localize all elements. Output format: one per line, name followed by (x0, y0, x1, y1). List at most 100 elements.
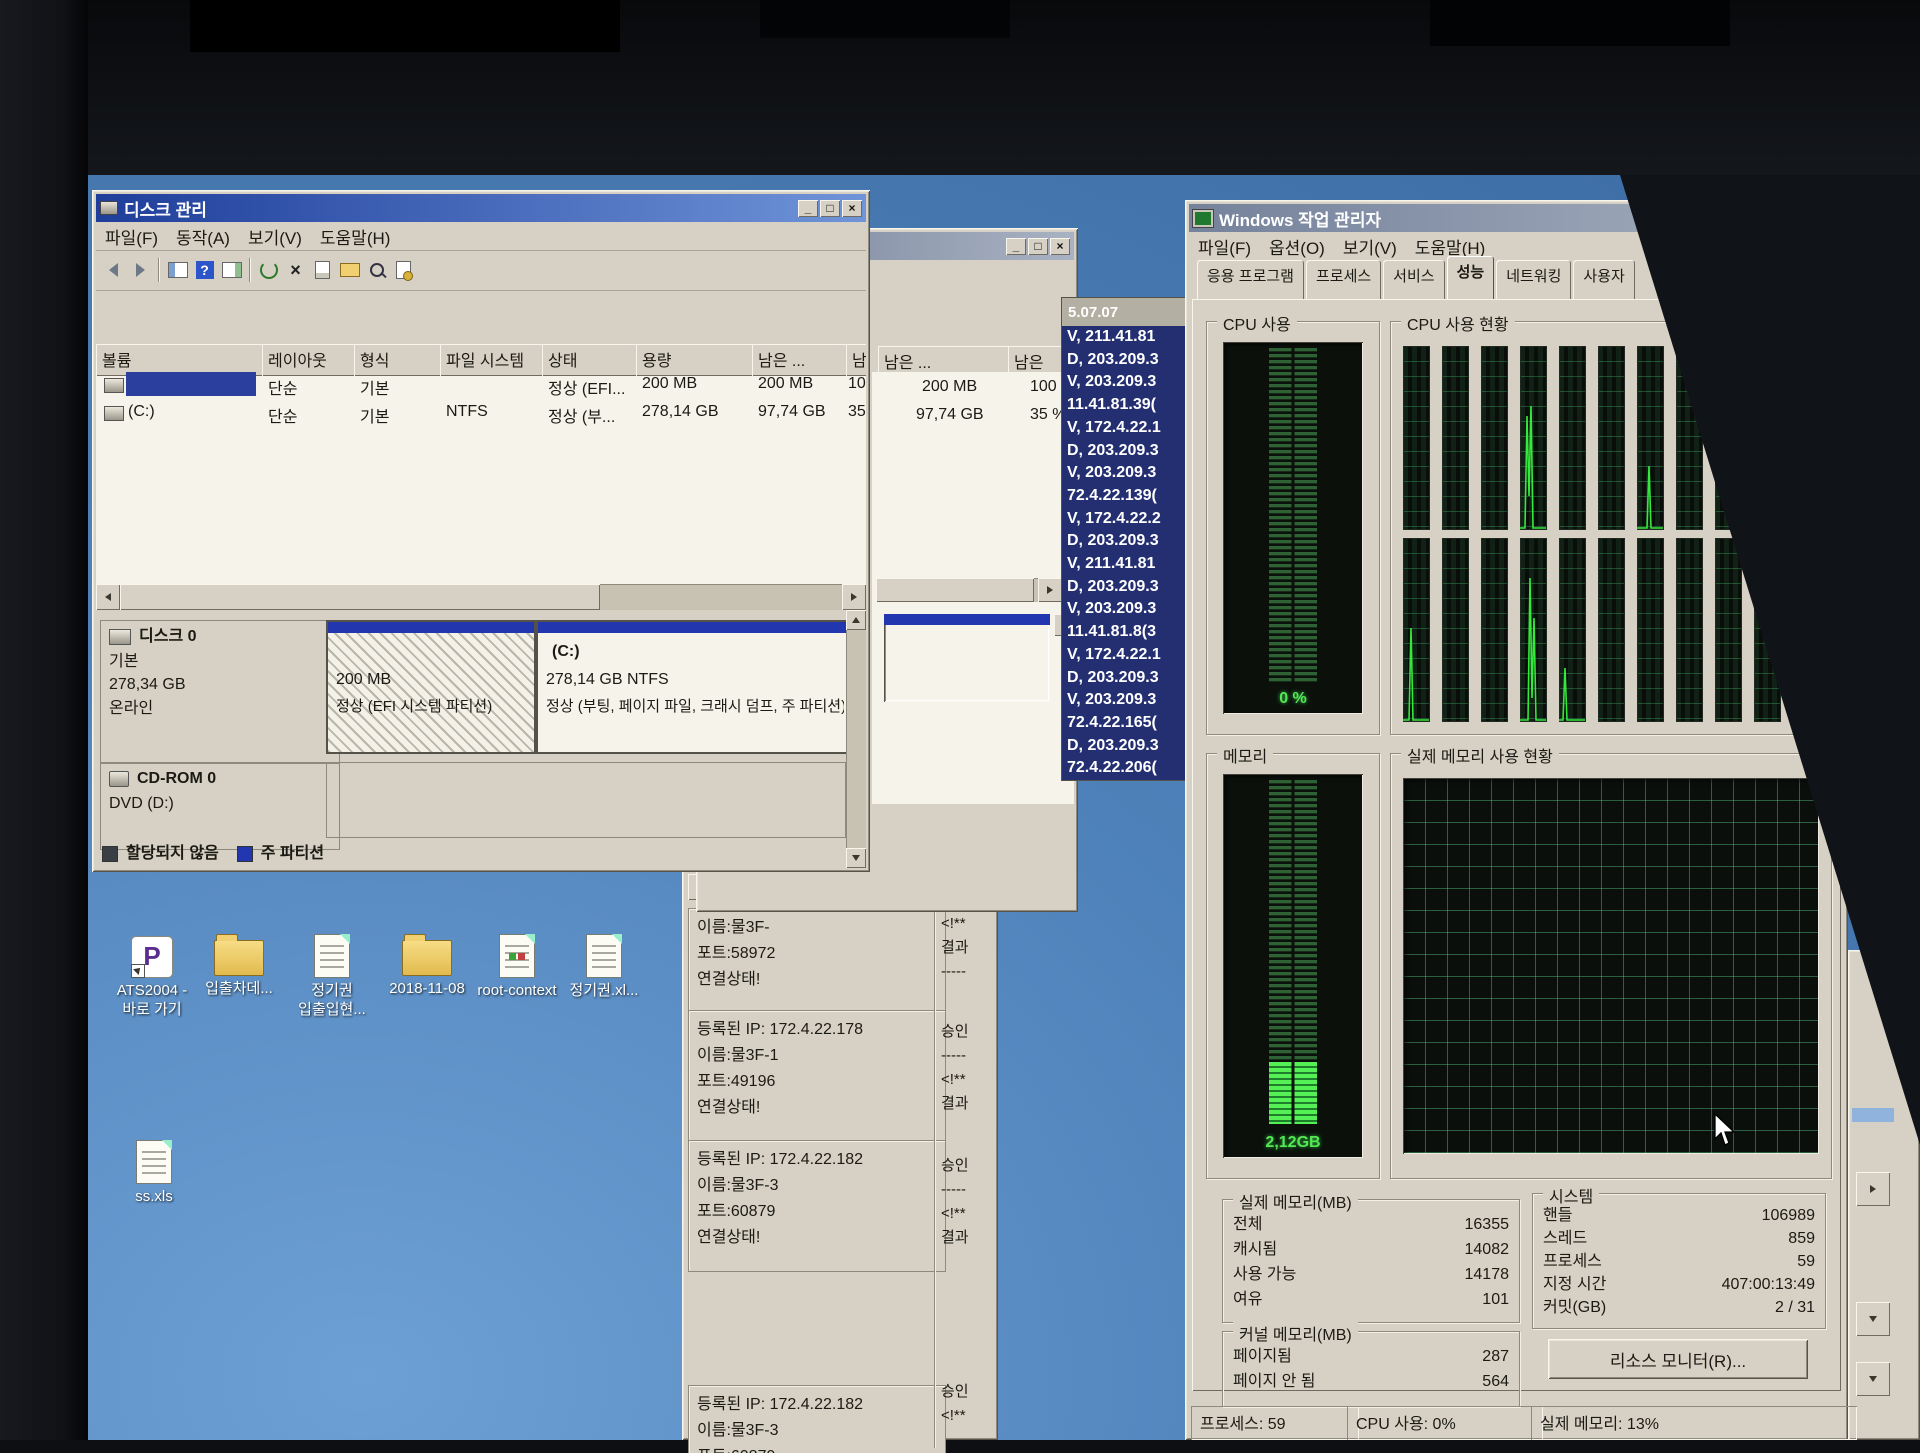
maximize-button[interactable]: □ (820, 200, 840, 217)
manage-icon[interactable] (390, 257, 417, 283)
tab-users[interactable]: 사용자 (1573, 260, 1634, 300)
desktop-icon-ssxls[interactable]: ss.xls (106, 1138, 202, 1207)
memory-group-label: 메모리 (1217, 743, 1273, 767)
desktop-icon-root-context[interactable]: root-context (469, 932, 565, 1001)
disk-management-titlebar[interactable]: 디스크 관리 _ □ × (96, 194, 866, 222)
horizontal-scrollbar[interactable] (876, 578, 1062, 602)
close-button[interactable]: × (1050, 238, 1070, 255)
memory-history-panel (1403, 778, 1819, 1154)
forward-icon[interactable] (127, 257, 154, 283)
memory-led-lit (1269, 1062, 1317, 1124)
ceiling-vent (1430, 0, 1730, 46)
desktop-icon-document-1[interactable]: 정기권입출입현... (284, 932, 380, 1020)
task-manager-titlebar[interactable]: Windows 작업 관리자 _ □ × (1189, 204, 1844, 232)
delete-icon[interactable]: × (282, 257, 309, 283)
p-document-icon: P (131, 936, 173, 978)
scroll-thumb[interactable] (120, 584, 600, 610)
desktop-icon-ats2004[interactable]: P ATS2004 -바로 가기 (104, 932, 200, 1020)
partition-graphic-fragment (884, 614, 1050, 702)
disk0-info-cell[interactable]: 디스크 0 기본 278,34 GB 온라인 (100, 620, 340, 764)
scroll-button[interactable] (1856, 1302, 1890, 1336)
action-pane-icon[interactable] (218, 257, 245, 283)
cpu-core-history-panel (1793, 346, 1820, 530)
vertical-scrollbar[interactable] (846, 610, 866, 868)
status-processes: 프로세스: 59 (1191, 1406, 1359, 1440)
tab-applications[interactable]: 응용 프로그램 (1197, 260, 1304, 300)
cpu-core-history-panel (1520, 538, 1547, 722)
minimize-button[interactable]: _ (798, 200, 818, 217)
scroll-right-button[interactable] (842, 584, 866, 610)
window-title: Windows 작업 관리자 (1219, 206, 1776, 231)
connection-status-column: <!** 결과 ----- 승인 ----- <!** 결과 승인 ----- … (934, 908, 999, 1448)
close-button[interactable]: × (842, 200, 862, 217)
horizontal-scrollbar[interactable] (96, 584, 866, 610)
cpu-history-row (1403, 538, 1823, 722)
cpu-usage-value: 0 % (1223, 690, 1363, 708)
desktop-icon-document-2[interactable]: 정기권.xl... (556, 932, 652, 1001)
document-icon (136, 1140, 172, 1184)
volume-icon (104, 378, 124, 393)
scroll-thumb[interactable] (876, 578, 1034, 602)
disk-management-toolbar: ? × (96, 250, 866, 291)
minimize-button[interactable]: _ (1776, 210, 1796, 227)
resource-monitor-button[interactable]: 리소스 모니터(R)... (1548, 1339, 1808, 1379)
task-manager-menubar: 파일(F) 옵션(O) 보기(V) 도움말(H) (1189, 232, 1844, 260)
refresh-icon[interactable] (255, 257, 282, 283)
tab-services[interactable]: 서비스 (1383, 260, 1444, 300)
menu-options[interactable]: 옵션(O) (1260, 231, 1334, 262)
config-badge-icon (509, 953, 516, 960)
document-icon (586, 934, 622, 978)
cpu-history-row (1403, 346, 1823, 530)
cpu-core-history-panel (1481, 538, 1508, 722)
search-icon[interactable] (363, 257, 390, 283)
console-title: 5.07.07 (1068, 304, 1118, 321)
menu-file[interactable]: 파일(F) (96, 221, 167, 252)
volume-icon (104, 406, 124, 421)
document-icon (499, 934, 535, 978)
task-manager-window[interactable]: Windows 작업 관리자 _ □ × 파일(F) 옵션(O) 보기(V) 도… (1185, 200, 1848, 1440)
scroll-button[interactable] (1856, 1172, 1890, 1206)
volume-list: 볼륨 레이아웃 형식 파일 시스템 상태 용량 남은 ... 남은 단순 기본 … (96, 344, 866, 584)
document-icon (314, 934, 350, 978)
cpu-usage-group: CPU 사용 0 % (1206, 321, 1380, 735)
scroll-up-button[interactable] (846, 610, 866, 630)
cdrom-info-cell[interactable]: CD-ROM 0 DVD (D:) (100, 762, 340, 850)
maximize-button[interactable]: □ (1798, 210, 1818, 227)
cpu-core-history-panel (1793, 538, 1820, 722)
tab-networking[interactable]: 네트워킹 (1496, 260, 1571, 300)
properties-icon[interactable] (309, 257, 336, 283)
open-folder-icon[interactable] (336, 257, 363, 283)
menu-view[interactable]: 보기(V) (239, 221, 311, 252)
tab-performance[interactable]: 성능 (1447, 256, 1495, 300)
volume-row[interactable]: 단순 기본 정상 (EFI... 200 MB 200 MB 100 % (96, 370, 866, 398)
desktop-icon-folder-2[interactable]: 2018-11-08 (379, 932, 475, 999)
partition-c[interactable]: (C:) 278,14 GB NTFS 정상 (부팅, 페이지 파일, 크래시 … (536, 620, 848, 754)
menu-file[interactable]: 파일(F) (1189, 231, 1260, 262)
scroll-right-button[interactable] (1038, 578, 1062, 602)
disk-drive-icon (100, 201, 118, 215)
volume-row[interactable]: (C:) 단순 기본 NTFS 정상 (부... 278,14 GB 97,74… (96, 398, 866, 426)
memory-group: 메모리 2,12GB (1206, 753, 1380, 1179)
scroll-left-button[interactable] (96, 584, 120, 610)
scroll-button[interactable] (1856, 1362, 1890, 1396)
menu-help[interactable]: 도움말(H) (311, 221, 400, 252)
menu-action[interactable]: 동작(A) (167, 221, 239, 252)
menu-view[interactable]: 보기(V) (1334, 231, 1406, 262)
console-tree-icon[interactable] (164, 257, 191, 283)
scroll-down-button[interactable] (846, 848, 866, 868)
partition-efi[interactable]: 200 MB 정상 (EFI 시스템 파티션) (326, 620, 536, 754)
cpu-core-history-panel (1403, 346, 1430, 530)
maximize-button[interactable]: □ (1028, 238, 1048, 255)
tab-processes[interactable]: 프로세스 (1306, 260, 1381, 300)
cpu-history-group: CPU 사용 현황 (1390, 321, 1832, 735)
minimize-button[interactable]: _ (1006, 238, 1026, 255)
system-group: 시스템 핸들106989 스레드859 프로세스59 지정 시간407:00:1… (1532, 1193, 1826, 1329)
cpu-core-history-panel (1715, 538, 1742, 722)
desktop-icon-folder-1[interactable]: 입출차데... (191, 932, 287, 999)
close-button[interactable]: × (1820, 210, 1840, 227)
back-icon[interactable] (100, 257, 127, 283)
cpu-core-history-panel (1754, 346, 1781, 530)
history-accent (1852, 1108, 1894, 1122)
disk-management-window[interactable]: 디스크 관리 _ □ × 파일(F) 동작(A) 보기(V) 도움말(H) ? … (92, 190, 870, 872)
help-icon[interactable]: ? (191, 257, 218, 283)
